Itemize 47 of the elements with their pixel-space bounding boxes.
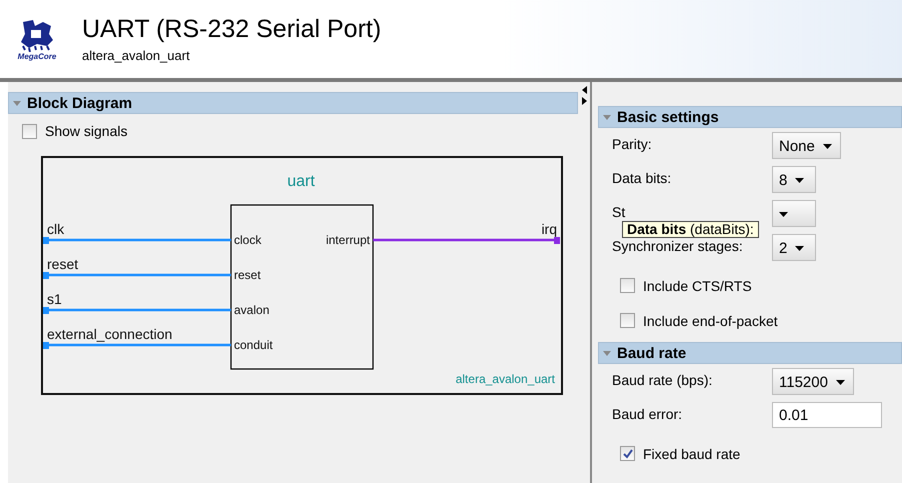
signal-label: irq xyxy=(541,221,557,237)
collapse-left-icon[interactable] xyxy=(582,86,586,94)
caret-icon xyxy=(822,144,832,149)
signal-label: s1 xyxy=(47,291,62,307)
port-label: interrupt xyxy=(326,233,370,247)
input-field[interactable]: 0.01 xyxy=(772,402,882,428)
caret-icon xyxy=(836,380,845,385)
signal-label: clk xyxy=(47,221,64,237)
checkbox-label: Include end-of-packet xyxy=(643,312,778,328)
checkbox[interactable] xyxy=(620,446,635,461)
checkbox-label: Include CTS/RTS xyxy=(643,278,752,294)
caret-icon xyxy=(779,212,788,217)
window-title: UART (RS-232 Serial Port) xyxy=(82,15,382,44)
section-header[interactable]: Baud rate xyxy=(598,342,902,364)
component-type: altera_avalon_uart xyxy=(456,372,555,386)
field-label: St xyxy=(612,203,626,220)
component-name: uart xyxy=(287,173,315,190)
dropdown[interactable] xyxy=(772,200,816,227)
component-subtitle: altera_avalon_uart xyxy=(82,48,191,63)
port-label: conduit xyxy=(234,338,273,352)
checkbox[interactable] xyxy=(620,313,635,328)
dropdown[interactable]: 115200 xyxy=(772,368,854,395)
dropdown[interactable]: None xyxy=(772,132,841,159)
dropdown[interactable]: 2 xyxy=(772,234,816,261)
caret-icon xyxy=(795,178,804,183)
tooltip: Data bits (dataBits): xyxy=(622,221,759,238)
port-label: clock xyxy=(234,233,262,247)
signal-label: external_connection xyxy=(47,326,172,342)
section-header[interactable]: Block Diagram xyxy=(8,92,578,114)
checkbox-label: Show signals xyxy=(45,123,128,139)
show-signals-checkbox[interactable]: Show signals xyxy=(22,123,578,139)
checkbox[interactable] xyxy=(620,278,635,293)
port-label: avalon xyxy=(234,303,270,317)
port-label: reset xyxy=(234,268,261,282)
caret-icon xyxy=(795,246,804,251)
logo-text: MegaCore xyxy=(18,52,56,60)
field-label: Synchronizer stages: xyxy=(612,237,744,254)
checkbox[interactable] xyxy=(22,124,37,138)
checkbox-label: Fixed baud rate xyxy=(643,446,740,462)
expand-right-icon[interactable] xyxy=(582,97,586,105)
field-label: Data bits: xyxy=(612,169,672,186)
field-label: Baud error: xyxy=(612,405,684,422)
field-label: Baud rate (bps): xyxy=(612,371,714,388)
dropdown[interactable]: 8 xyxy=(772,166,816,193)
section-header[interactable]: Basic settings xyxy=(598,106,902,128)
signal-label: reset xyxy=(47,256,78,272)
field-label: Parity: xyxy=(612,135,653,152)
